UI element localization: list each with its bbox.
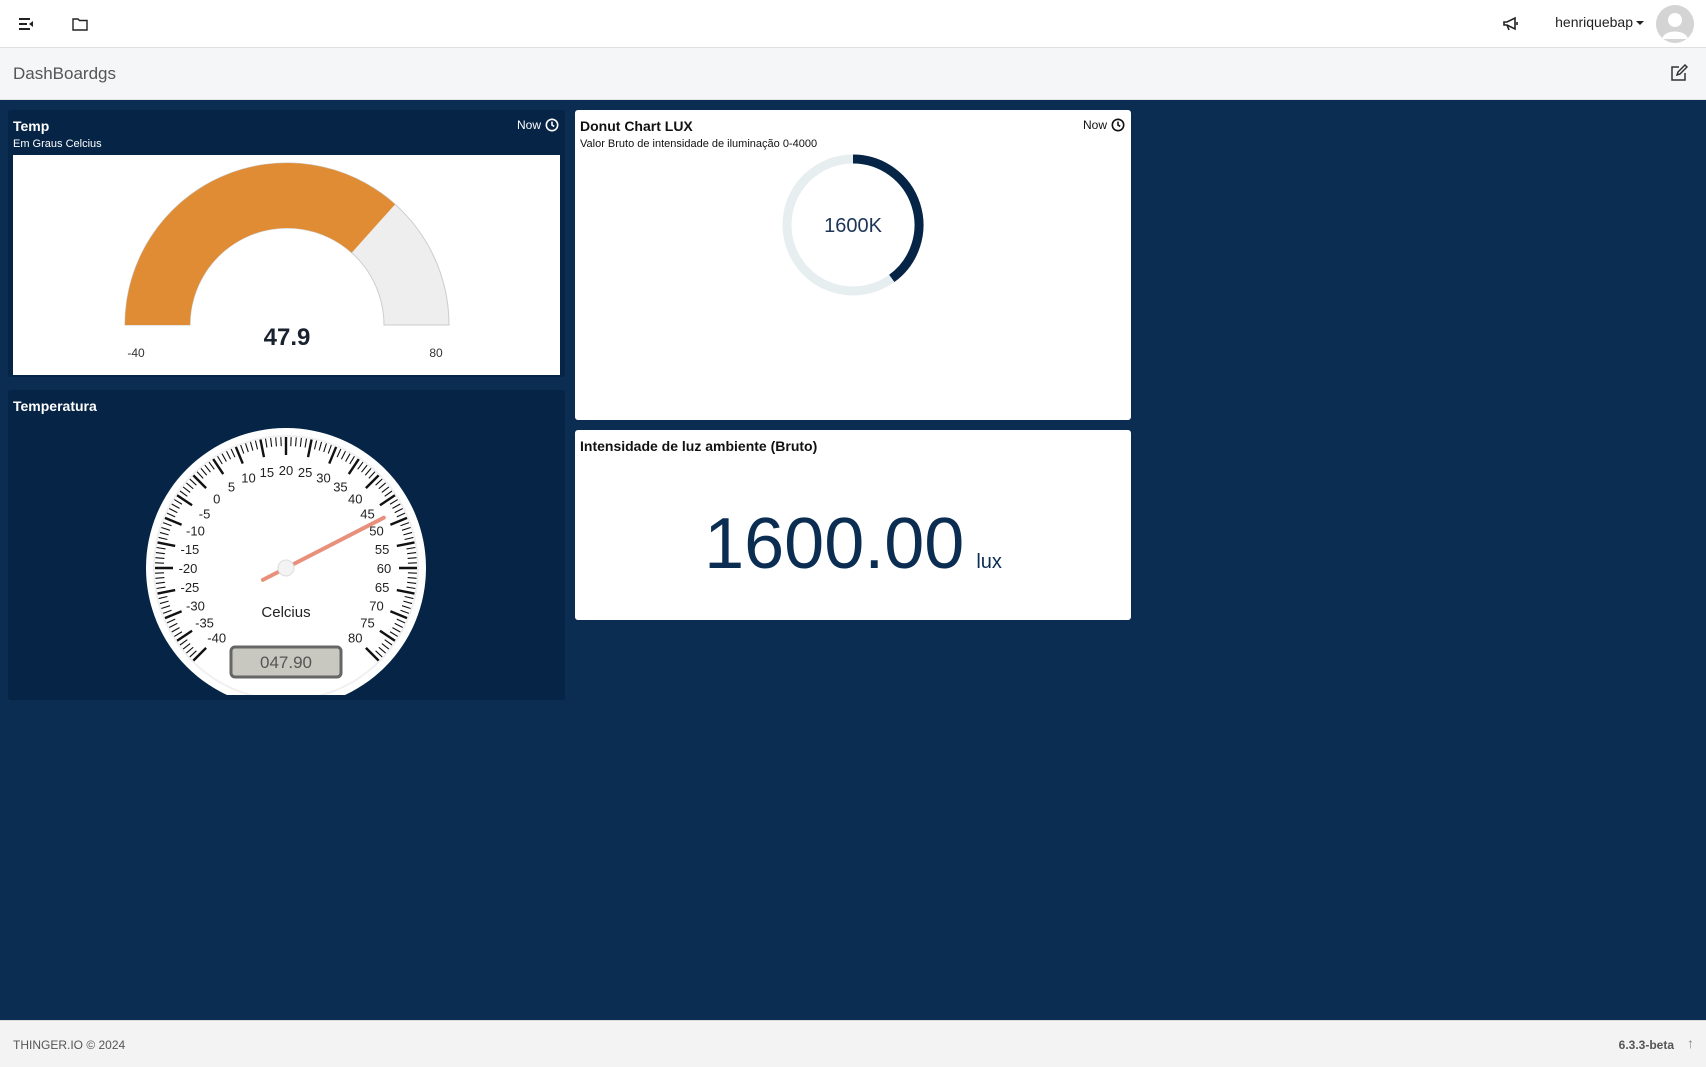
dial-tick-label: 70: [369, 599, 383, 614]
username: henriquebap: [1555, 14, 1633, 30]
dial-tick-label: 10: [241, 470, 255, 485]
page-title: DashBoardgs: [13, 64, 117, 83]
gauge-value: 47.9: [264, 324, 311, 351]
dial-tick-label: 80: [348, 630, 362, 645]
widget-temp: Temp Em Graus Celcius Now 47.9 -40 80: [8, 110, 565, 377]
dial-minor-tick: [155, 577, 165, 579]
lux-value: 1600.00: [704, 504, 965, 584]
menu-collapse-icon[interactable]: [14, 12, 38, 36]
footer-copyright: THINGER.IO © 2024: [13, 1038, 126, 1052]
dial-tick-label: -5: [199, 507, 211, 522]
now-label: Now: [516, 118, 541, 132]
dial-tick-label: 40: [348, 492, 362, 507]
dial-minor-tick: [407, 577, 417, 579]
dial-tick-label: -15: [180, 542, 199, 557]
donut-center-label: 1600K: [824, 215, 882, 237]
dial-tick-label: 75: [360, 615, 374, 630]
footer-version: 6.3.3-beta: [1618, 1038, 1674, 1052]
widget-temperatura: Temperatura -40 -35 -30 -25 -20 -15 -10 -5 0 5 10 1…: [8, 390, 565, 700]
lux-unit: lux: [976, 551, 1002, 573]
widget-title: Intensidade de luz ambiente (Bruto): [580, 438, 818, 454]
gauge-max-label: 80: [429, 346, 443, 360]
megaphone-icon[interactable]: [1499, 12, 1523, 36]
dashboard-header: DashBoardgs: [0, 48, 1706, 100]
dial-unit-label: Celcius: [261, 604, 310, 621]
clock-icon: [545, 118, 559, 132]
dial-tick-label: 30: [316, 470, 330, 485]
edit-icon[interactable]: [1670, 63, 1690, 84]
dial-readout: 047.90: [260, 653, 312, 672]
user-menu[interactable]: henriquebap: [1555, 14, 1644, 30]
dial-tick-label: -40: [207, 630, 226, 645]
widget-lux-value: Intensidade de luz ambiente (Bruto) 1600…: [575, 430, 1131, 620]
dial-hub: [277, 559, 295, 577]
dial-tick-label: -10: [186, 523, 205, 538]
widget-subtitle: Em Graus Celcius: [13, 138, 102, 150]
dial-tick-label: 45: [360, 507, 374, 522]
dial-tick-label: 35: [333, 480, 347, 495]
dial-minor-tick: [295, 437, 297, 447]
gauge-min-label: -40: [127, 346, 145, 360]
dial-tick-label: -30: [186, 599, 205, 614]
avatar[interactable]: [1656, 5, 1694, 43]
dial-tick-label: 55: [375, 542, 389, 557]
dial-minor-tick: [275, 437, 277, 447]
widget-donut-lux: Donut Chart LUX Valor Bruto de intensida…: [575, 110, 1131, 420]
dial-minor-tick: [407, 557, 417, 559]
dial-tick-label: 5: [228, 480, 235, 495]
folder-icon[interactable]: [68, 12, 92, 36]
gauge-area: 47.9 -40 80: [13, 155, 560, 375]
lux-value-display: 1600.00 lux: [575, 503, 1131, 585]
time-selector[interactable]: Now: [517, 118, 559, 132]
dial-tick-label: 20: [279, 463, 293, 478]
dial-minor-tick: [155, 557, 165, 559]
dial-tick-label: 0: [213, 492, 220, 507]
top-navbar: henriquebap: [0, 0, 1706, 48]
dial-tick-label: -35: [195, 615, 214, 630]
dial-tick-label: -25: [180, 580, 199, 595]
dial-tick-label: 65: [375, 580, 389, 595]
dial-tick-label: 60: [377, 561, 391, 576]
dial-tick-label: 25: [298, 465, 312, 480]
widget-title: Temp: [13, 118, 50, 134]
footer: THINGER.IO © 2024 6.3.3-beta ↑: [0, 1020, 1706, 1067]
dial-tick-label: -20: [179, 561, 198, 576]
gauge-fill: [125, 163, 396, 325]
chevron-down-icon: [1636, 21, 1644, 26]
scroll-top-icon[interactable]: ↑: [1687, 1035, 1694, 1051]
dial-tick-label: 15: [260, 465, 274, 480]
